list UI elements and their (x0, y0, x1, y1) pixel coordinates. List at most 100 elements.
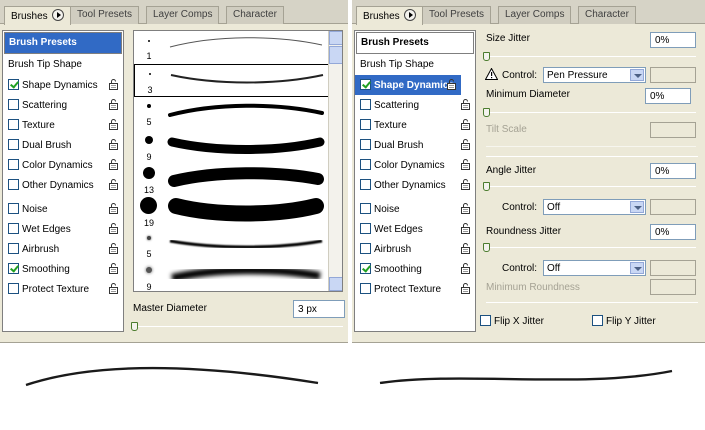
brush-option-item[interactable]: Dual Brush (3, 135, 123, 155)
brush-presets-item[interactable]: Brush Presets (356, 32, 474, 54)
lock-icon[interactable] (109, 139, 119, 150)
brush-tip-row-selected[interactable]: 3 (134, 64, 330, 97)
angle-jitter-slider-thumb[interactable] (483, 182, 490, 191)
checkbox[interactable] (8, 119, 19, 130)
tab-character[interactable]: Character (226, 6, 284, 24)
tab-brushes[interactable]: Brushes (356, 6, 423, 25)
brush-option-item[interactable]: Airbrush (355, 239, 475, 259)
angle-jitter-slider-track[interactable] (486, 186, 696, 187)
tab-tool-presets[interactable]: Tool Presets (70, 6, 140, 24)
checkbox[interactable] (8, 243, 19, 254)
size-control-select[interactable]: Pen Pressure (543, 67, 646, 83)
brush-option-item[interactable]: Color Dynamics (355, 155, 475, 175)
lock-icon[interactable] (461, 263, 471, 274)
scroll-thumb[interactable] (329, 46, 342, 64)
tip-list-scrollbar[interactable] (328, 31, 342, 291)
brush-option-item[interactable]: Airbrush (3, 239, 123, 259)
brush-option-item[interactable]: Smoothing (3, 259, 123, 279)
size-jitter-slider-track[interactable] (486, 56, 696, 57)
master-diameter-slider-track[interactable] (135, 326, 343, 327)
flip-y-jitter-checkbox[interactable]: Flip Y Jitter (592, 315, 656, 327)
brush-option-item[interactable]: Scattering (3, 95, 123, 115)
brush-option-item[interactable]: Wet Edges (355, 219, 475, 239)
lock-icon[interactable] (461, 179, 471, 190)
brush-tip-row[interactable]: 5 (134, 229, 330, 262)
brush-tip-shape-item[interactable]: Brush Tip Shape (355, 55, 475, 75)
brush-option-item[interactable]: Texture (3, 115, 123, 135)
roundness-jitter-slider-track[interactable] (486, 247, 696, 248)
chevron-down-icon[interactable] (630, 262, 644, 274)
master-diameter-slider-thumb[interactable] (131, 322, 138, 331)
brush-option-item[interactable]: Dual Brush (355, 135, 475, 155)
brush-tip-row[interactable]: 13 (134, 163, 330, 196)
tab-brushes[interactable]: Brushes (4, 6, 71, 25)
checkbox[interactable] (8, 223, 19, 234)
brush-option-item[interactable]: Wet Edges (3, 219, 123, 239)
checkbox[interactable] (8, 203, 19, 214)
checkbox[interactable] (8, 79, 19, 90)
checkbox[interactable] (8, 263, 19, 274)
checkbox[interactable] (8, 283, 19, 294)
tab-tool-presets[interactable]: Tool Presets (422, 6, 492, 24)
brush-option-item[interactable]: Shape Dynamics (355, 75, 461, 95)
lock-icon[interactable] (461, 119, 471, 130)
checkbox[interactable] (360, 139, 371, 150)
lock-icon[interactable] (461, 99, 471, 110)
brush-tip-row[interactable]: 1 (134, 31, 330, 64)
checkbox[interactable] (480, 315, 491, 326)
checkbox[interactable] (360, 79, 371, 90)
brush-option-item[interactable]: Other Dynamics (355, 175, 475, 195)
brush-option-item[interactable]: Noise (355, 199, 475, 219)
roundness-jitter-input[interactable]: 0% (650, 224, 696, 240)
lock-icon[interactable] (461, 139, 471, 150)
brush-option-item[interactable]: Protect Texture (3, 279, 123, 299)
lock-icon[interactable] (461, 243, 471, 254)
checkbox[interactable] (360, 119, 371, 130)
checkbox[interactable] (592, 315, 603, 326)
roundness-control-select[interactable]: Off (543, 260, 646, 276)
brush-tip-row[interactable]: 9 (134, 262, 330, 291)
panel-menu-arrow-icon[interactable] (51, 9, 64, 21)
lock-icon[interactable] (461, 159, 471, 170)
checkbox[interactable] (360, 99, 371, 110)
size-jitter-input[interactable]: 0% (650, 32, 696, 48)
scroll-up-icon[interactable] (329, 31, 342, 45)
tab-layer-comps[interactable]: Layer Comps (498, 6, 572, 24)
scroll-down-icon[interactable] (329, 277, 342, 291)
checkbox[interactable] (360, 159, 371, 170)
lock-icon[interactable] (109, 263, 119, 274)
brush-option-item[interactable]: Texture (355, 115, 475, 135)
brush-tip-row[interactable]: 19 (134, 196, 330, 229)
tab-layer-comps[interactable]: Layer Comps (146, 6, 220, 24)
lock-icon[interactable] (461, 223, 471, 234)
checkbox[interactable] (360, 223, 371, 234)
lock-icon[interactable] (109, 223, 119, 234)
lock-icon[interactable] (461, 283, 471, 294)
lock-icon[interactable] (109, 203, 119, 214)
angle-jitter-input[interactable]: 0% (650, 163, 696, 179)
checkbox[interactable] (8, 139, 19, 150)
checkbox[interactable] (8, 179, 19, 190)
lock-icon[interactable] (109, 99, 119, 110)
chevron-down-icon[interactable] (630, 69, 644, 81)
minimum-diameter-slider-track[interactable] (486, 112, 696, 113)
checkbox[interactable] (8, 99, 19, 110)
brush-option-item[interactable]: Protect Texture (355, 279, 475, 299)
minimum-diameter-slider-thumb[interactable] (483, 108, 490, 117)
lock-icon[interactable] (109, 119, 119, 130)
angle-control-select[interactable]: Off (543, 199, 646, 215)
brush-option-item[interactable]: Color Dynamics (3, 155, 123, 175)
brush-tip-row[interactable]: 5 (134, 97, 330, 130)
checkbox[interactable] (360, 283, 371, 294)
flip-x-jitter-checkbox[interactable]: Flip X Jitter (480, 315, 544, 327)
checkbox[interactable] (360, 263, 371, 274)
brush-option-item[interactable]: Other Dynamics (3, 175, 123, 195)
panel-menu-arrow-icon[interactable] (403, 9, 416, 21)
roundness-jitter-slider-thumb[interactable] (483, 243, 490, 252)
checkbox[interactable] (360, 243, 371, 254)
lock-icon[interactable] (109, 79, 119, 90)
chevron-down-icon[interactable] (630, 201, 644, 213)
checkbox[interactable] (360, 179, 371, 190)
checkbox[interactable] (360, 203, 371, 214)
size-jitter-slider-thumb[interactable] (483, 52, 490, 61)
